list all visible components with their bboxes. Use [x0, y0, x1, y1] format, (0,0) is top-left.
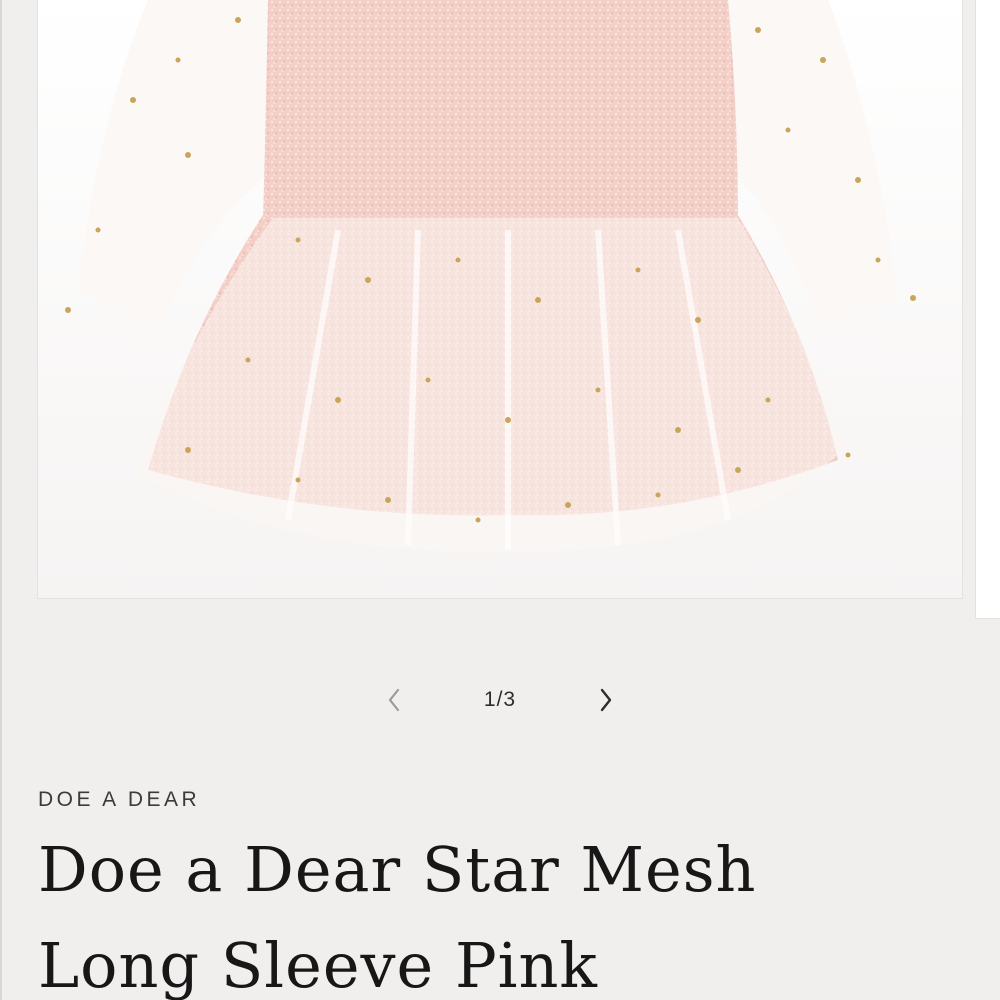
next-slide-preview[interactable]: [976, 0, 1000, 618]
product-image[interactable]: [38, 0, 962, 598]
product-title: Doe a Dear Star Mesh Long Sleeve Pink: [38, 833, 757, 1000]
chevron-left-icon: [388, 688, 400, 712]
product-vendor: DOE A DEAR: [38, 788, 201, 811]
gallery-slider-controls: 1/3: [370, 676, 630, 724]
left-edge-divider: [0, 0, 2, 1000]
tweed-bodice: [263, 0, 738, 220]
chevron-right-icon: [600, 688, 612, 712]
previous-slide-button[interactable]: [370, 676, 418, 724]
product-page: 1/3 DOE A DEAR Doe a Dear Star Mesh Long…: [0, 0, 1000, 1000]
tulle-overlay: [133, 218, 848, 553]
slide-counter: 1/3: [483, 688, 517, 711]
product-gallery[interactable]: [38, 0, 962, 598]
next-slide-button[interactable]: [582, 676, 630, 724]
